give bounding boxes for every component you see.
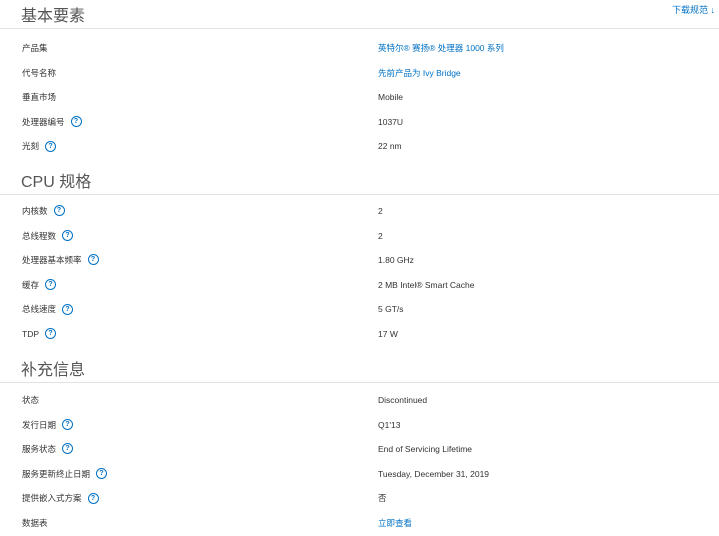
spec-label-text: TDP [22,329,39,339]
spec-label: 内核数? [22,199,65,223]
help-icon[interactable]: ? [87,254,99,266]
spec-label-text: 处理器编号 [22,116,65,127]
section-header: 补充信息 [0,354,719,383]
spec-value: Q1'13 [378,419,401,430]
spec-row: 处理器编号? 1037U [0,110,719,134]
help-icon[interactable]: ? [45,328,56,340]
spec-row: 总线速度? 5 GT/s [0,297,719,321]
spec-value: Tuesday, December 31, 2019 [378,468,490,479]
spec-label: 缓存? [22,273,57,297]
spec-row: 服务更新终止日期? Tuesday, December 31, 2019 [0,462,719,486]
spec-row: 状态 Discontinued [0,388,719,412]
spec-label: 提供嵌入式方案? [22,486,99,510]
section-header: 基本要素 下载规范 ↓ [0,0,719,29]
help-icon[interactable]: ? [62,229,74,241]
spec-label-text: 缓存 [22,279,40,290]
spec-row: 服务状态? End of Servicing Lifetime [0,437,719,461]
spec-row: 提供嵌入式方案? 否 [0,486,719,510]
spec-label-text: 代号名称 [22,67,57,78]
spec-value: 5 GT/s [378,304,404,315]
spec-label-text: 处理器基本频率 [22,255,82,266]
help-icon[interactable]: ? [45,140,57,152]
spec-value: 17 W [378,329,398,339]
spec-row: 数据表 立即查看 [0,511,719,535]
spec-row: 代号名称 先前产品为 Ivy Bridge [0,61,719,85]
spec-label-text: 产品集 [22,43,48,53]
spec-row: 总线程数? 2 [0,224,719,248]
spec-value: 2 [378,206,383,216]
help-icon[interactable]: ? [53,205,65,217]
spec-label: 处理器编号? [22,110,82,134]
spec-value: 否 [378,493,387,504]
spec-row: 处理器基本频率? 1.80 GHz [0,248,719,272]
spec-value: End of Servicing Lifetime [378,444,473,455]
help-icon[interactable]: ? [62,443,74,455]
section-cpu-specs: CPU 规格 [0,166,719,195]
spec-label-text: 服务状态 [22,444,57,455]
spec-label-text: 垂直市场 [22,92,57,103]
spec-label: 处理器基本频率? [22,248,99,272]
section-essentials: 基本要素 下载规范 ↓ [0,0,719,29]
help-icon[interactable]: ? [45,279,57,291]
spec-value: 2 [378,230,383,241]
download-specs-link[interactable]: 下载规范 ↓ [672,3,715,16]
section-header: CPU 规格 [0,166,719,195]
spec-row: 产品集 英特尔® 赛扬® 处理器 1000 系列 [0,36,719,60]
section-title-essentials: 基本要素 [21,8,86,25]
section-title-cpu-specs: CPU 规格 [21,174,92,191]
spec-row: 光刻? 22 nm [0,134,719,158]
spec-label-text: 状态 [22,395,40,405]
spec-label-text: 光刻 [22,141,40,152]
spec-value: 1.80 GHz [378,255,414,266]
spec-label-text: 内核数 [22,206,48,216]
spec-label-text: 总线程数 [22,230,57,241]
spec-label: 垂直市场 [22,85,56,109]
spec-label: 光刻? [22,134,57,158]
spec-row: 内核数? 2 [0,199,719,223]
spec-label: 服务状态? [22,437,74,461]
spec-value: 1037U [378,116,404,127]
spec-label-text: 总线速度 [22,304,57,315]
spec-label: 服务更新终止日期? [22,462,108,486]
spec-row: 发行日期? Q1'13 [0,413,719,437]
section-supplemental: 补充信息 [0,354,719,383]
spec-value-link[interactable]: 先前产品为 Ivy Bridge [378,61,461,85]
spec-value: Mobile [378,92,404,103]
help-icon[interactable]: ? [96,468,108,480]
spec-label-text: 数据表 [22,518,48,528]
spec-value: 22 nm [378,141,402,152]
spec-label: 总线程数? [22,224,74,248]
spec-row: 垂直市场 Mobile [0,85,719,109]
spec-label: 代号名称 [22,61,56,85]
spec-label: 总线速度? [22,297,74,321]
spec-value-link[interactable]: 英特尔® 赛扬® 处理器 1000 系列 [378,36,504,60]
spec-label: 数据表 [22,511,48,535]
spec-value: Discontinued [378,395,428,405]
spec-value-link[interactable]: 立即查看 [378,511,412,535]
help-icon[interactable]: ? [70,116,82,128]
help-icon[interactable]: ? [62,418,74,430]
spec-label-text: 发行日期 [22,419,57,430]
spec-label: 产品集 [22,36,48,60]
section-title-supplemental: 补充信息 [21,362,86,379]
spec-label: 状态 [22,388,39,412]
spec-label: 发行日期? [22,413,74,437]
help-icon[interactable]: ? [87,492,99,504]
help-icon[interactable]: ? [62,303,74,315]
spec-label-text: 提供嵌入式方案 [22,493,82,504]
spec-label: TDP? [22,322,56,346]
spec-value: 2 MB Intel® Smart Cache [378,279,475,290]
spec-label-text: 服务更新终止日期 [22,468,91,479]
spec-row: TDP? 17 W [0,322,719,346]
spec-row: 缓存? 2 MB Intel® Smart Cache [0,273,719,297]
